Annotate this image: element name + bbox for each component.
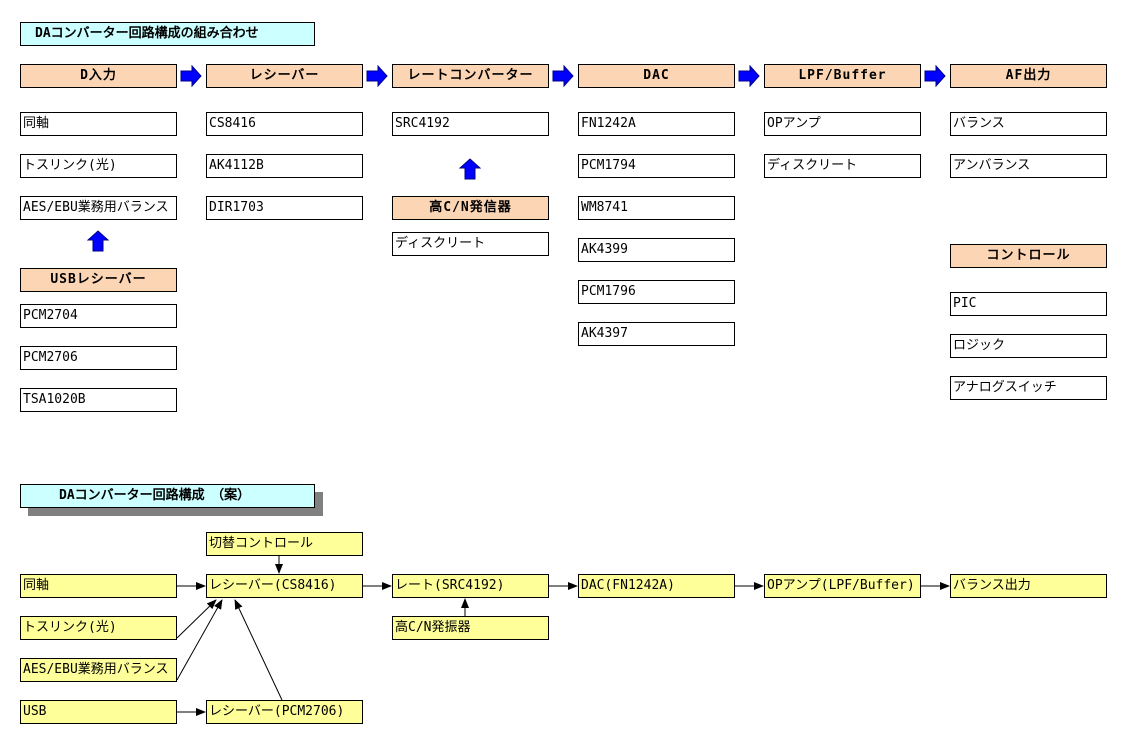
flow-arrow-icon [552,65,574,87]
connector-toslink-receiver [176,599,217,639]
dac-item: FN1242A [578,112,735,136]
header-receiver: レシーバー [206,64,363,88]
usb-receiver-item: PCM2706 [20,346,177,370]
input-usb-box: USB [20,700,177,724]
combination-title: DAコンバーター回路構成の組み合わせ [20,22,315,46]
dac-item: AK4399 [578,238,735,262]
header-af-output: AF出力 [950,64,1107,88]
d-input-item: AES/EBU業務用バランス [20,196,177,220]
plan-title: DAコンバーター回路構成 （案） [20,484,315,508]
switch-control-box: 切替コントロール [206,532,363,556]
connector-aes-receiver [176,599,223,681]
header-control: コントロール [950,244,1107,268]
dac-item: PCM1796 [578,280,735,304]
flow-arrow-icon [738,65,760,87]
input-toslink-box: トスリンク(光) [20,616,177,640]
header-lpf-buffer: LPF/Buffer [764,64,921,88]
flow-arrow-icon [366,65,388,87]
flow-arrow-icon [924,65,946,87]
receiver-item: DIR1703 [206,196,363,220]
receiver-item: AK4112B [206,154,363,178]
af-output-item: アンバランス [950,154,1107,178]
input-coaxial-box: 同軸 [20,574,177,598]
rate-box: レート(SRC4192) [392,574,549,598]
dac-item: PCM1794 [578,154,735,178]
af-output-item: バランス [950,112,1107,136]
usb-receiver-box: レシーバー(PCM2706) [206,700,363,724]
balanced-output-box: バランス出力 [950,574,1107,598]
header-d-input: D入力 [20,64,177,88]
control-item: PIC [950,292,1107,316]
receiver-item: CS8416 [206,112,363,136]
input-aes-ebu-box: AES/EBU業務用バランス [20,658,177,682]
flow-arrow-icon [180,65,202,87]
control-item: ロジック [950,334,1107,358]
d-input-item: トスリンク(光) [20,154,177,178]
lpf-buffer-item: ディスクリート [764,154,921,178]
dac-item: WM8741 [578,196,735,220]
receiver-box: レシーバー(CS8416) [206,574,363,598]
d-input-item: 同軸 [20,112,177,136]
header-rate-converter: レートコンバーター [392,64,549,88]
oscillator-box: 高C/N発振器 [392,616,549,640]
header-usb-receiver: USBレシーバー [20,268,177,292]
control-item: アナログスイッチ [950,376,1107,400]
dac-box: DAC(FN1242A) [578,574,735,598]
header-dac: DAC [578,64,735,88]
dac-item: AK4397 [578,322,735,346]
up-arrow-icon [87,230,109,252]
rate-converter-item: SRC4192 [392,112,549,136]
connector-usbreceiver-receiver [234,599,283,701]
opamp-box: OPアンプ(LPF/Buffer) [764,574,921,598]
usb-receiver-item: PCM2704 [20,304,177,328]
usb-receiver-item: TSA1020B [20,388,177,412]
oscillator-item: ディスクリート [392,232,549,256]
header-oscillator: 高C/N発信器 [392,196,549,220]
lpf-buffer-item: OPアンプ [764,112,921,136]
up-arrow-icon [459,158,481,180]
